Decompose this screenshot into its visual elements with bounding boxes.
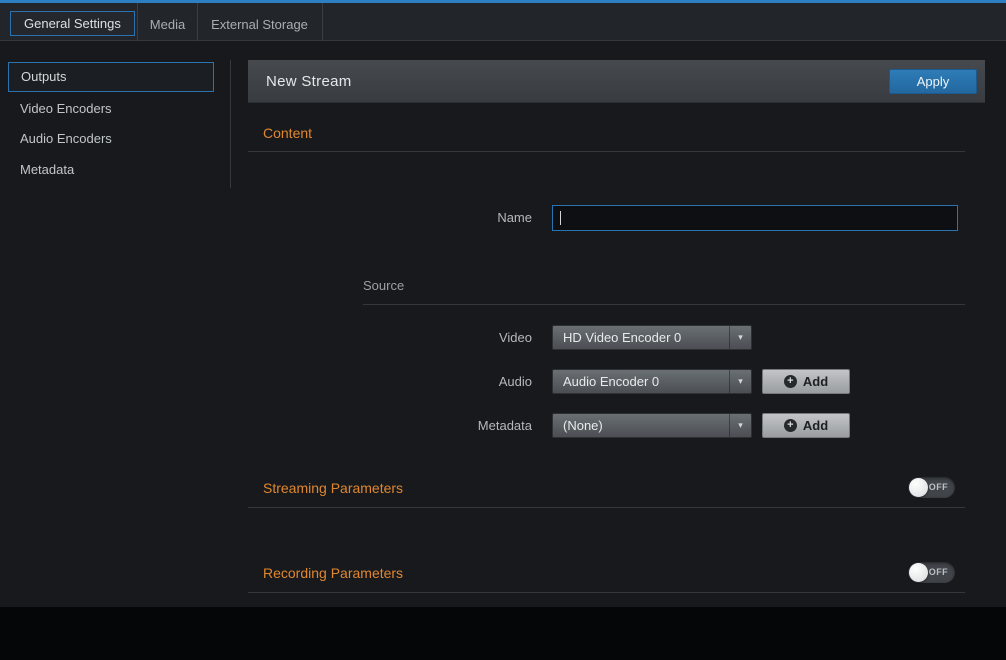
recording-section-divider — [248, 592, 965, 593]
caret-box: ▾ — [729, 326, 751, 349]
sidebar-item-metadata[interactable]: Metadata — [20, 157, 200, 183]
add-button-label: Add — [803, 374, 828, 389]
video-source-select[interactable]: HD Video Encoder 0 ▾ — [552, 325, 752, 350]
sidebar-item-audio-encoders[interactable]: Audio Encoders — [20, 126, 200, 152]
tab-media[interactable]: Media — [138, 6, 197, 44]
video-source-value: HD Video Encoder 0 — [563, 326, 681, 349]
caret-box: ▾ — [729, 414, 751, 437]
tab-separator — [197, 3, 198, 41]
page-header: New Stream Apply — [248, 60, 985, 103]
source-group-divider — [363, 304, 965, 305]
text-cursor — [560, 211, 561, 225]
streaming-parameters-heading: Streaming Parameters — [263, 478, 403, 498]
streaming-section-divider — [248, 507, 965, 508]
audio-source-select[interactable]: Audio Encoder 0 ▾ — [552, 369, 752, 394]
recording-parameters-heading: Recording Parameters — [263, 563, 403, 583]
chevron-down-icon: ▾ — [738, 376, 743, 386]
tab-external-storage[interactable]: External Storage — [197, 6, 322, 44]
tab-separator — [322, 3, 323, 41]
toggle-state-label: OFF — [929, 477, 948, 498]
apply-button[interactable]: Apply — [889, 69, 977, 94]
toggle-state-label: OFF — [929, 562, 948, 583]
sidebar-item-video-encoders[interactable]: Video Encoders — [20, 96, 200, 122]
content-section-heading: Content — [263, 123, 312, 143]
add-button-label: Add — [803, 418, 828, 433]
plus-icon: + — [784, 375, 797, 388]
streaming-parameters-toggle[interactable]: OFF — [908, 477, 955, 498]
chevron-down-icon: ▾ — [738, 420, 743, 430]
audio-label: Audio — [422, 369, 532, 394]
caret-box: ▾ — [729, 370, 751, 393]
tab-bar: General Settings Media External Storage — [0, 3, 1006, 41]
name-input[interactable] — [552, 205, 958, 231]
add-metadata-button[interactable]: + Add — [762, 413, 850, 438]
tab-separator — [137, 3, 138, 41]
metadata-source-value: (None) — [563, 414, 603, 437]
toggle-knob — [909, 478, 928, 497]
recording-parameters-toggle[interactable]: OFF — [908, 562, 955, 583]
footer-bar — [0, 607, 1006, 660]
add-audio-button[interactable]: + Add — [762, 369, 850, 394]
chevron-down-icon: ▾ — [738, 332, 743, 342]
sidebar-item-outputs[interactable]: Outputs — [8, 62, 214, 92]
metadata-source-select[interactable]: (None) ▾ — [552, 413, 752, 438]
name-label: Name — [422, 205, 532, 231]
video-label: Video — [422, 325, 532, 350]
page-title: New Stream — [266, 60, 352, 103]
app-window: General Settings Media External Storage … — [0, 0, 1006, 660]
plus-icon: + — [784, 419, 797, 432]
sidebar-divider — [230, 60, 231, 188]
toggle-knob — [909, 563, 928, 582]
content-section-divider — [248, 151, 965, 152]
metadata-label: Metadata — [422, 413, 532, 438]
audio-source-value: Audio Encoder 0 — [563, 370, 659, 393]
source-group-label: Source — [363, 278, 404, 293]
tab-general-settings[interactable]: General Settings — [10, 11, 135, 36]
